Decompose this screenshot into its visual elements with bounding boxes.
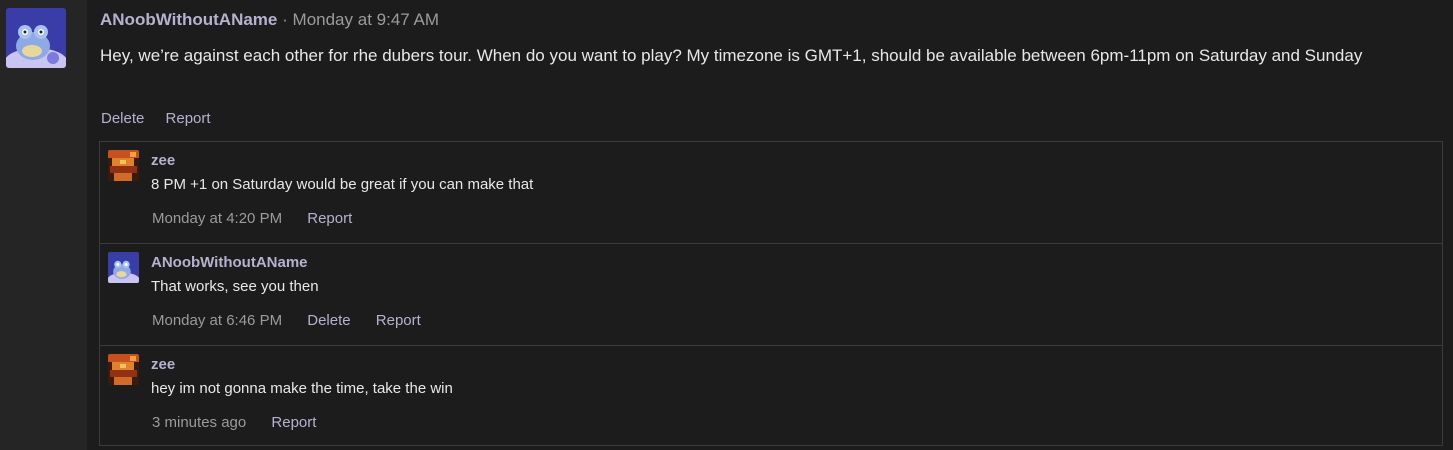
reply-author[interactable]: zee: [151, 356, 175, 373]
message-timestamp[interactable]: Monday at 9:47 AM: [293, 10, 439, 29]
reply-author[interactable]: zee: [151, 152, 175, 169]
report-link[interactable]: Report: [376, 312, 421, 329]
frog-avatar-icon[interactable]: [108, 252, 139, 283]
reply-item: zee 8 PM +1 on Saturday would be great i…: [100, 142, 1442, 244]
pixel-art-avatar-icon[interactable]: [108, 354, 139, 385]
reply-timestamp[interactable]: Monday at 6:46 PM: [152, 312, 282, 329]
message-actions: Delete Report: [101, 110, 228, 127]
reply-body: That works, see you then: [151, 278, 319, 295]
message-body: Hey, we’re against each other for rhe du…: [100, 46, 1363, 65]
post-sidebar: [0, 0, 87, 450]
reply-meta: Monday at 4:20 PM Report: [152, 210, 373, 227]
reply-timestamp[interactable]: Monday at 4:20 PM: [152, 210, 282, 227]
report-link[interactable]: Report: [307, 210, 352, 227]
report-link[interactable]: Report: [271, 414, 316, 431]
reply-body: 8 PM +1 on Saturday would be great if yo…: [151, 176, 534, 193]
reply-list: zee 8 PM +1 on Saturday would be great i…: [99, 141, 1443, 446]
profile-post: ANoobWithoutAName · Monday at 9:47 AM He…: [0, 0, 1453, 450]
reply-meta: Monday at 6:46 PM Delete Report: [152, 312, 442, 329]
message-header: ANoobWithoutAName · Monday at 9:47 AM: [100, 10, 439, 30]
frog-avatar-icon[interactable]: [6, 8, 66, 68]
delete-link[interactable]: Delete: [101, 110, 144, 127]
report-link[interactable]: Report: [166, 110, 211, 127]
author-name[interactable]: ANoobWithoutAName: [100, 10, 277, 29]
reply-item: ANoobWithoutAName That works, see you th…: [100, 244, 1442, 346]
reply-meta: 3 minutes ago Report: [152, 414, 337, 431]
header-separator: ·: [282, 10, 288, 29]
reply-item: zee hey im not gonna make the time, take…: [100, 346, 1442, 448]
reply-timestamp[interactable]: 3 minutes ago: [152, 414, 246, 431]
delete-link[interactable]: Delete: [307, 312, 350, 329]
pixel-art-avatar-icon[interactable]: [108, 150, 139, 181]
reply-author[interactable]: ANoobWithoutAName: [151, 254, 308, 271]
reply-body: hey im not gonna make the time, take the…: [151, 380, 453, 397]
